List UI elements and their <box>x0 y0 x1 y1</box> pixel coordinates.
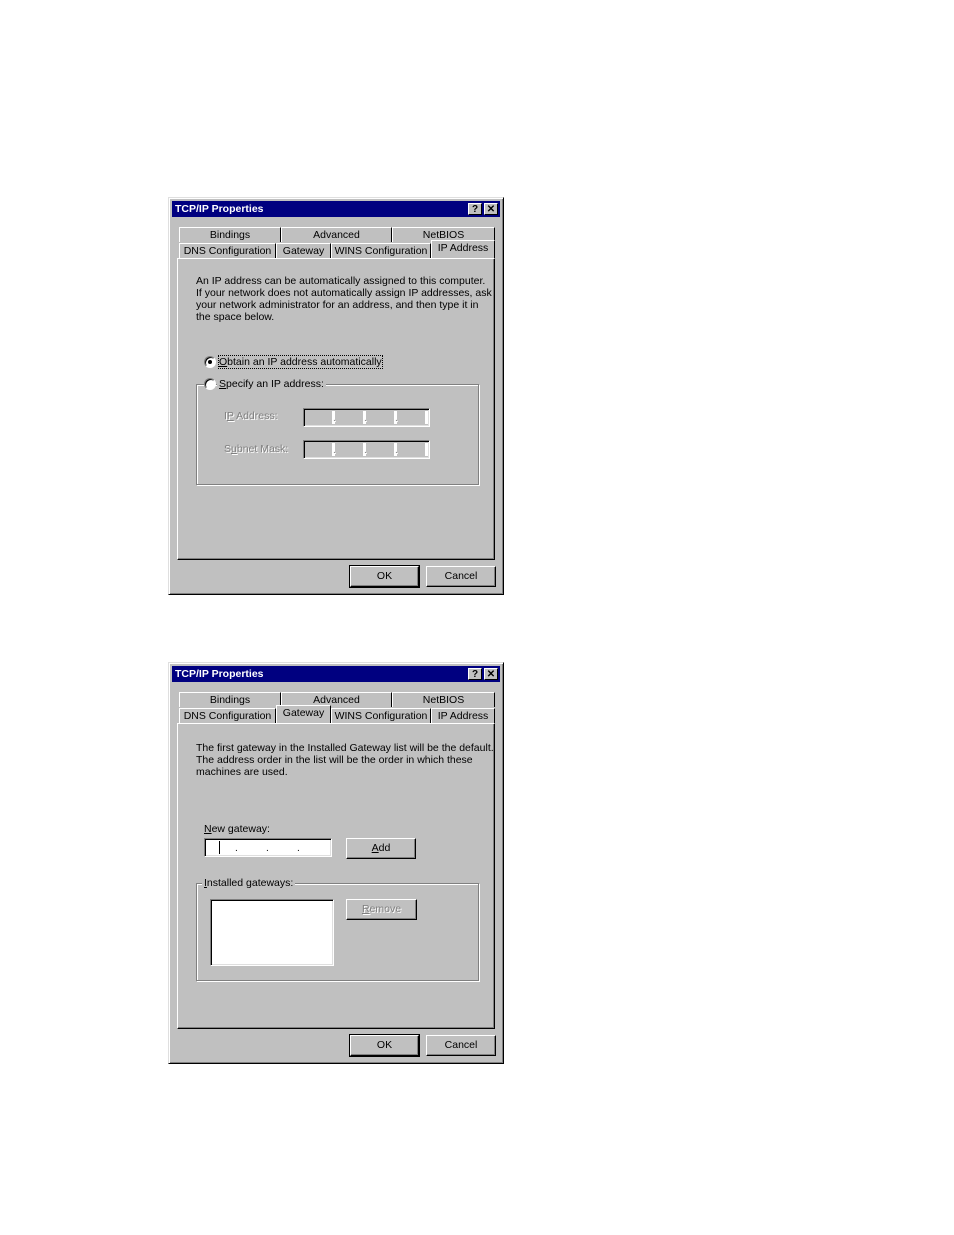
mnemonic: P <box>226 410 234 422</box>
ip-dot: . <box>395 445 398 456</box>
label-text: Address: <box>233 410 278 422</box>
octet-separator <box>425 443 428 456</box>
new-gateway-label: New gateway: <box>204 823 270 835</box>
ip-address-label: IP Address: <box>224 410 278 422</box>
obtain-ip-automatically-radio[interactable] <box>204 356 216 368</box>
tab-dns-configuration[interactable]: DNS Configuration <box>179 243 276 258</box>
help-button[interactable]: ? <box>468 668 482 680</box>
label-text: pecify an IP address: <box>226 378 324 390</box>
mnemonic: R <box>361 903 370 915</box>
tab-advanced[interactable]: Advanced <box>281 227 392 242</box>
tab-wins-configuration[interactable]: WINS Configuration <box>331 708 431 723</box>
remove-button[interactable]: Remove <box>346 899 417 920</box>
tab-netbios[interactable]: NetBIOS <box>392 692 495 707</box>
mnemonic: O <box>219 356 228 368</box>
tab-dns-configuration[interactable]: DNS Configuration <box>179 708 276 723</box>
help-icon: ? <box>471 669 479 680</box>
description-line-3: machines are used. <box>196 766 288 778</box>
ip-dot: . <box>235 843 238 854</box>
description-line-1: An IP address can be automatically assig… <box>196 275 486 287</box>
ip-dot: . <box>333 413 336 424</box>
ip-dot: . <box>333 445 336 456</box>
mnemonic: S <box>219 378 227 390</box>
cancel-button[interactable]: Cancel <box>426 566 496 587</box>
label-text: nstalled gateways: <box>206 877 294 889</box>
add-button[interactable]: Add <box>346 838 416 859</box>
tab-ip-address[interactable]: IP Address <box>431 240 495 258</box>
label-text: btain an IP address automatically <box>227 356 382 368</box>
tab-bindings[interactable]: Bindings <box>179 227 281 242</box>
tcpip-properties-dialog-ip-address: TCP/IP Properties ? ✕ Bindings Advanced … <box>168 197 504 595</box>
dialog-title: TCP/IP Properties <box>175 668 264 680</box>
title-bar[interactable]: TCP/IP Properties ? ✕ <box>172 666 500 682</box>
label-text: bnet Mask: <box>236 443 289 455</box>
description-line-3: your network administrator for an addres… <box>196 299 479 311</box>
ip-dot: . <box>297 843 300 854</box>
mnemonic: N <box>204 823 212 835</box>
text-caret <box>219 841 220 854</box>
cancel-button[interactable]: Cancel <box>426 1035 496 1056</box>
label-text: S <box>224 443 232 455</box>
tab-bindings[interactable]: Bindings <box>179 692 281 707</box>
installed-gateways-label: Installed gateways: <box>202 877 296 889</box>
dialog-title: TCP/IP Properties <box>175 203 264 215</box>
specify-ip-label[interactable]: Specify an IP address: <box>217 378 326 390</box>
mnemonic: A <box>371 842 379 854</box>
ip-dot: . <box>395 413 398 424</box>
close-button[interactable]: ✕ <box>484 203 498 215</box>
description-line-4: the space below. <box>196 311 275 323</box>
description-line-2: If your network does not automatically a… <box>196 287 492 299</box>
ok-button[interactable]: OK <box>349 565 420 588</box>
subnet-mask-field[interactable]: . . . <box>303 440 430 459</box>
tab-panel-ip-address: An IP address can be automatically assig… <box>177 258 495 560</box>
label-text: dd <box>378 842 391 854</box>
tab-wins-configuration[interactable]: WINS Configuration <box>331 243 431 258</box>
close-icon: ✕ <box>486 204 496 215</box>
ip-address-field[interactable]: . . . <box>303 408 430 427</box>
radio-selected-dot <box>208 360 212 364</box>
octet-separator <box>425 411 428 424</box>
label-text: emove <box>369 903 402 915</box>
label-text: ew gateway: <box>211 823 270 835</box>
specify-ip-groupbox <box>196 384 479 485</box>
help-button[interactable]: ? <box>468 203 482 215</box>
specify-ip-radio[interactable] <box>204 378 216 390</box>
subnet-mask-label: Subnet Mask: <box>224 443 288 455</box>
tab-gateway[interactable]: Gateway <box>276 243 331 258</box>
help-icon: ? <box>471 204 479 215</box>
obtain-ip-automatically-label[interactable]: Obtain an IP address automatically <box>218 355 383 369</box>
ip-dot: . <box>266 843 269 854</box>
description-line-1: The first gateway in the Installed Gatew… <box>196 742 494 754</box>
ip-dot: . <box>364 413 367 424</box>
title-bar[interactable]: TCP/IP Properties ? ✕ <box>172 201 500 217</box>
close-icon: ✕ <box>486 669 496 680</box>
close-button[interactable]: ✕ <box>484 668 498 680</box>
tcpip-properties-dialog-gateway: TCP/IP Properties ? ✕ Bindings Advanced … <box>168 662 504 1064</box>
ip-dot: . <box>364 445 367 456</box>
tab-ip-address[interactable]: IP Address <box>431 708 495 723</box>
new-gateway-field[interactable]: . . . <box>204 838 332 857</box>
tab-panel-gateway: The first gateway in the Installed Gatew… <box>177 723 495 1029</box>
ok-button[interactable]: OK <box>349 1034 420 1057</box>
tab-gateway[interactable]: Gateway <box>276 705 331 723</box>
installed-gateways-list[interactable] <box>210 899 334 966</box>
description-line-2: The address order in the list will be th… <box>196 754 473 766</box>
